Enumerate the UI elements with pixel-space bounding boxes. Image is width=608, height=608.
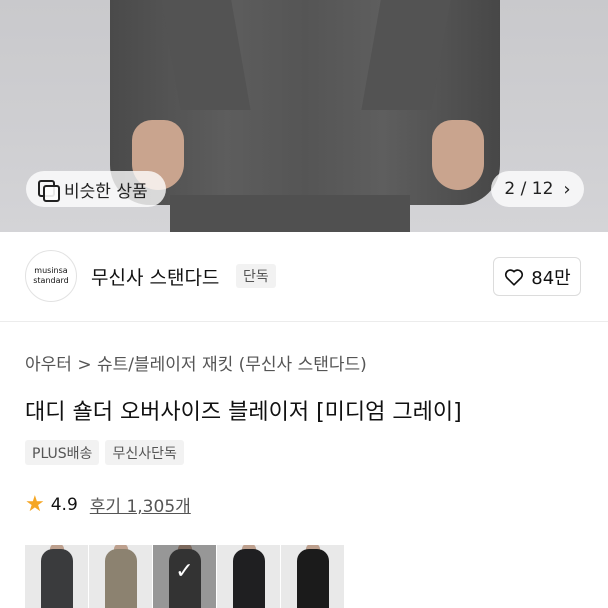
rating-row: ★ 4.9 후기 1,305개 [25,492,191,517]
product-image[interactable]: 비슷한 상품 2 / 12 › [0,0,608,232]
thumbnail-jacket [233,549,265,608]
color-thumbnail[interactable]: ✓ [153,545,216,608]
like-button[interactable]: 84만 [493,257,581,296]
color-thumbnail[interactable] [89,545,152,608]
similar-products-label: 비슷한 상품 [64,181,148,202]
pants-illustration [170,195,410,232]
chevron-right-icon: › [563,178,571,200]
similar-products-button[interactable]: 비슷한 상품 [26,171,166,207]
badge-plus-delivery: PLUS배송 [25,440,100,465]
brand-logo[interactable]: musinsa standard [25,250,77,302]
thumbnail-jacket [297,549,329,608]
product-title: 대디 숄더 오버사이즈 블레이저 [미디엄 그레이] [25,400,462,425]
check-icon: ✓ [175,559,194,584]
hand-right [432,120,484,190]
thumbnail-jacket [105,549,137,608]
like-count: 84만 [531,267,571,289]
badge-exclusive: 무신사단독 [105,440,184,465]
exclusive-tag: 단독 [236,264,276,288]
rating-value: 4.9 [50,494,78,515]
similar-squares-icon [38,180,60,202]
thumbnail-jacket [41,549,73,608]
badge-list: PLUS배송 무신사단독 [25,440,184,465]
brand-logo-line1: musinsa [34,266,68,275]
reviews-link[interactable]: 후기 1,305개 [90,492,191,517]
star-icon: ★ [25,491,45,517]
image-counter-button[interactable]: 2 / 12 › [491,171,584,207]
image-counter-text: 2 / 12 [504,179,554,199]
brand-name-link[interactable]: 무신사 스탠다드 [91,263,219,290]
color-thumbnail[interactable] [25,545,88,608]
heart-outline-icon [505,268,524,286]
color-thumbnail[interactable] [217,545,280,608]
brand-logo-line2: standard [33,276,69,285]
breadcrumb[interactable]: 아우터 > 슈트/블레이저 재킷 (무신사 스탠다드) [25,350,367,375]
thumbnail-model-head [178,545,192,555]
color-thumbnail-list: ✓ [25,545,345,608]
color-thumbnail[interactable] [281,545,344,608]
brand-row: musinsa standard 무신사 스탠다드 단독 84만 [0,232,608,322]
